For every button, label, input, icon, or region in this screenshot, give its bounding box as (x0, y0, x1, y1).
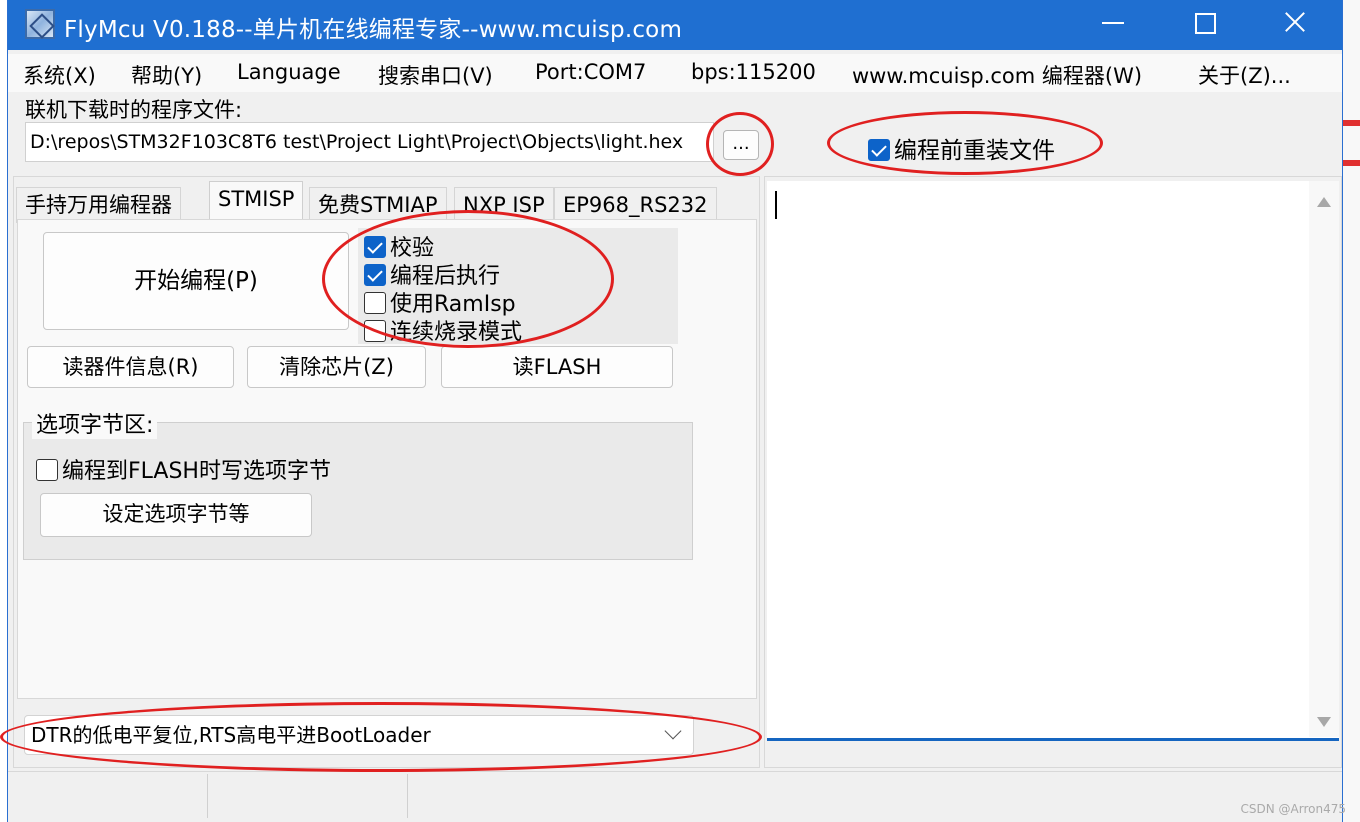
menu-bar: 系统(X) 帮助(Y) Language 搜索串口(V) Port:COM7 b… (8, 54, 1342, 92)
scroll-down-icon[interactable] (1317, 717, 1331, 727)
checkbox-icon (364, 320, 386, 342)
checkbox-icon (364, 292, 386, 314)
status-cell (208, 774, 408, 818)
tab-ep968-rs232[interactable]: EP968_RS232 (554, 187, 717, 223)
browse-button[interactable]: ... (723, 130, 759, 160)
menu-about[interactable]: 关于(Z)... (1198, 60, 1291, 90)
window-title: FlyMcu V0.188--单片机在线编程专家--www.mcuisp.com (64, 17, 683, 43)
set-option-bytes-button[interactable]: 设定选项字节等 (40, 493, 312, 537)
file-label: 联机下载时的程序文件: (25, 98, 243, 122)
menu-programmer[interactable]: www.mcuisp.com 编程器(W) (852, 60, 1142, 90)
menu-system[interactable]: 系统(X) (23, 60, 96, 90)
maximize-button[interactable] (1158, 0, 1250, 46)
flymcu-window: FlyMcu V0.188--单片机在线编程专家--www.mcuisp.com… (7, 0, 1343, 822)
scroll-up-icon[interactable] (1317, 197, 1331, 207)
background-red-mark (1343, 160, 1360, 166)
left-panel: 手持万用编程器 STMISP 免费STMIAP NXP ISP EP968_RS… (13, 176, 760, 768)
app-icon (25, 9, 55, 39)
tab-strip: 手持万用编程器 STMISP 免费STMIAP NXP ISP EP968_RS… (16, 181, 761, 223)
menu-search-port[interactable]: 搜索串口(V) (378, 60, 493, 90)
tab-handheld-programmer[interactable]: 手持万用编程器 (16, 187, 181, 223)
write-option-bytes-checkbox[interactable]: 编程到FLASH时写选项字节 (36, 453, 331, 485)
option-bytes-legend: 选项字节区: (32, 407, 158, 439)
log-output[interactable] (767, 181, 1339, 741)
start-program-button[interactable]: 开始编程(P) (43, 232, 349, 330)
reload-before-program-checkbox[interactable]: 编程前重装文件 (868, 131, 1055, 165)
tab-nxp-isp[interactable]: NXP ISP (454, 187, 554, 223)
checkbox-icon (364, 236, 386, 258)
reset-mode-select[interactable]: DTR的低电平复位,RTS高电平进BootLoader (24, 715, 694, 755)
checkbox-icon (868, 139, 890, 161)
stmisp-tab-body: 开始编程(P) 校验 编程后执行 使用RamIsp 连续烧录模式 读器件信息(R… (17, 219, 757, 699)
title-bar[interactable]: FlyMcu V0.188--单片机在线编程专家--www.mcuisp.com (8, 0, 1342, 50)
status-cell (8, 774, 208, 818)
continuous-burn-checkbox[interactable]: 连续烧录模式 (364, 314, 522, 346)
watermark: CSDN @Arron475 (1240, 802, 1346, 816)
log-panel (764, 176, 1342, 768)
minimize-button[interactable] (1066, 0, 1158, 46)
tab-free-stmiap[interactable]: 免费STMIAP (309, 187, 447, 223)
option-label: 编程到FLASH时写选项字节 (62, 459, 331, 484)
file-path-field[interactable]: D:\repos\STM32F103C8T6 test\Project Ligh… (25, 122, 714, 162)
tab-stmisp[interactable]: STMISP (209, 181, 304, 221)
close-button[interactable] (1250, 0, 1342, 46)
checkbox-icon (36, 459, 58, 481)
option-label: 连续烧录模式 (390, 320, 523, 345)
read-device-info-button[interactable]: 读器件信息(R) (27, 346, 234, 388)
program-options: 校验 编程后执行 使用RamIsp 连续烧录模式 (358, 228, 678, 346)
checkbox-icon (364, 264, 386, 286)
chevron-down-icon (664, 722, 682, 740)
menu-help[interactable]: 帮助(Y) (131, 60, 202, 90)
option-bytes-group: 选项字节区: 编程到FLASH时写选项字节 设定选项字节等 (23, 407, 693, 560)
read-flash-button[interactable]: 读FLASH (441, 346, 673, 388)
reset-mode-value: DTR的低电平复位,RTS高电平进BootLoader (31, 723, 431, 747)
status-cell (408, 774, 1338, 818)
text-caret (775, 191, 777, 219)
menu-port[interactable]: Port:COM7 (535, 60, 646, 84)
reload-label: 编程前重装文件 (894, 138, 1055, 164)
menu-language[interactable]: Language (237, 60, 341, 84)
log-scrollbar[interactable] (1309, 181, 1339, 737)
background-red-mark (1343, 120, 1360, 126)
status-bar (8, 771, 1342, 822)
menu-bps[interactable]: bps:115200 (691, 60, 816, 84)
erase-chip-button[interactable]: 清除芯片(Z) (247, 346, 426, 388)
background-window-edge (1343, 0, 1360, 822)
